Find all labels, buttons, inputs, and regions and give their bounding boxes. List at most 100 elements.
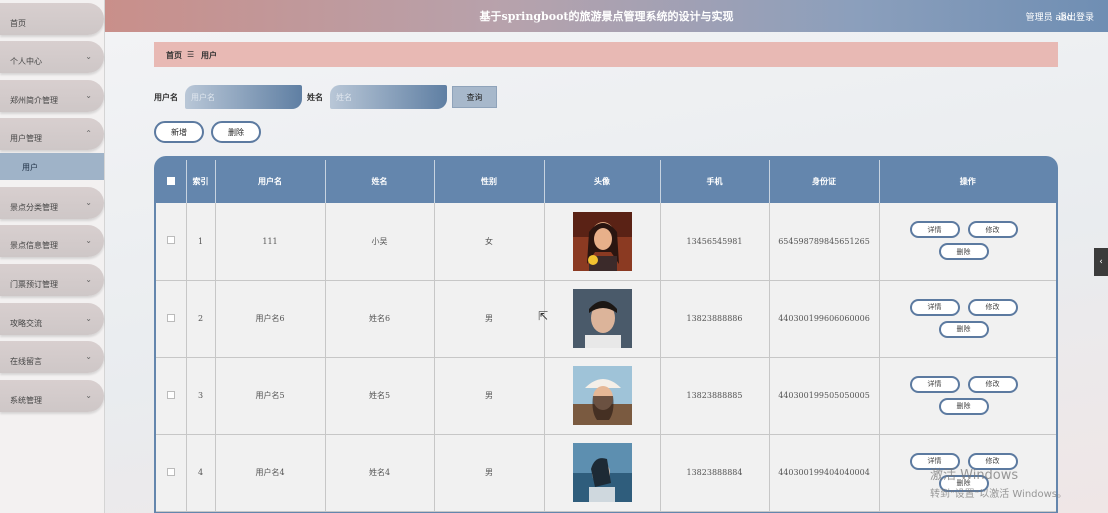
sidebar-item-tickets[interactable]: 门票预订管理 ⌄ — [0, 264, 104, 296]
detail-button[interactable]: 详情 — [909, 375, 960, 393]
query-button[interactable]: 查询 — [452, 86, 497, 108]
cell-index: 1 — [186, 203, 216, 281]
chevron-down-icon: ⌄ — [85, 352, 92, 361]
cell-name: 姓名4 — [325, 434, 435, 512]
column-header-id-card: 身份证 — [769, 160, 880, 203]
table-row: 2 用户名6 姓名6 男 13823888886 440300199606060… — [156, 280, 1056, 358]
sidebar-item-profile[interactable]: 个人中心 ⌄ — [0, 41, 104, 73]
menu-icon: ☰ — [187, 50, 195, 59]
column-header-index: 索引 — [186, 160, 216, 203]
windows-activation-watermark: 激活 Windows 转到"设置"以激活 Windows。 — [930, 464, 1067, 500]
batch-delete-button[interactable]: 删除 — [211, 121, 261, 143]
delete-button[interactable]: 删除 — [938, 397, 989, 415]
sidebar-item-category[interactable]: 景点分类管理 ⌄ — [0, 187, 104, 219]
chevron-left-icon[interactable]: ‹ — [1094, 248, 1108, 276]
top-header: 基于springboot的旅游景点管理系统的设计与实现 管理员 abo 退出登录 — [105, 0, 1108, 32]
column-header-username: 用户名 — [215, 160, 326, 203]
chevron-down-icon: ⌄ — [85, 275, 92, 284]
checkbox-icon[interactable] — [166, 236, 175, 245]
cell-gender: 女 — [434, 203, 545, 281]
detail-button[interactable]: 详情 — [909, 221, 960, 239]
column-header-gender: 性别 — [434, 160, 545, 203]
cell-avatar — [544, 357, 661, 435]
sidebar-item-users[interactable]: 用户管理 ⌃ — [0, 118, 104, 150]
cell-phone: 13456545981 — [660, 203, 770, 281]
cell-username: 用户名6 — [215, 280, 326, 358]
row-select[interactable] — [156, 280, 187, 358]
column-header-avatar: 头像 — [544, 160, 661, 203]
row-select[interactable] — [156, 203, 187, 281]
sidebar-item-label: 景点分类管理 — [10, 203, 58, 212]
sidebar-item-label: 攻略交流 — [10, 319, 42, 328]
cell-actions: 详情 修改 删除 — [879, 203, 1056, 281]
sidebar-item-label: 首页 — [10, 19, 26, 28]
username-search-input[interactable] — [185, 85, 302, 109]
watermark-line-2: 转到"设置"以激活 Windows。 — [930, 489, 1068, 500]
sidebar-item-home[interactable]: 首页 — [0, 3, 104, 35]
name-label: 姓名 — [307, 92, 323, 102]
sidebar-item-label: 用户管理 — [10, 134, 42, 143]
user-table-grid: 索引 用户名 姓名 性别 头像 手机 身份证 操作 1 111 小吴 女 134… — [156, 160, 1056, 512]
sidebar-item-label: 门票预订管理 — [10, 280, 58, 289]
cell-phone: 13823888885 — [660, 357, 770, 435]
delete-button[interactable]: 删除 — [938, 320, 989, 338]
breadcrumb: 首页 ☰ 用户 — [154, 42, 1058, 67]
row-select[interactable] — [156, 357, 187, 435]
table-row: 3 用户名5 姓名5 男 13823888885 440300199505050… — [156, 357, 1056, 435]
cell-username: 111 — [215, 203, 326, 281]
detail-button[interactable]: 详情 — [909, 298, 960, 316]
username-label: 用户名 — [154, 92, 178, 102]
logout-link[interactable]: 退出登录 — [1058, 10, 1094, 23]
cell-id-card: 654598789845651265 — [769, 203, 880, 281]
table-header-row: 索引 用户名 姓名 性别 头像 手机 身份证 操作 — [156, 160, 1056, 203]
breadcrumb-home[interactable]: 首页 — [166, 50, 182, 61]
checkbox-icon[interactable] — [166, 313, 175, 322]
cell-gender: 男 — [434, 434, 545, 512]
sidebar-item-messages[interactable]: 在线留言 ⌄ — [0, 341, 104, 373]
checkbox-icon[interactable] — [166, 467, 175, 476]
sidebar-subitem-user[interactable]: 用户 — [0, 153, 104, 180]
avatar — [572, 366, 632, 425]
cell-index: 4 — [186, 434, 216, 512]
sidebar-item-label: 个人中心 — [10, 57, 42, 66]
cell-actions: 详情 修改 删除 — [879, 280, 1056, 358]
sidebar-item-spots[interactable]: 景点信息管理 ⌄ — [0, 225, 104, 257]
sidebar-item-label: 系统管理 — [10, 396, 42, 405]
column-header-actions: 操作 — [959, 176, 976, 186]
page-title: 基于springboot的旅游景点管理系统的设计与实现 — [479, 10, 734, 23]
edit-button[interactable]: 修改 — [967, 298, 1018, 316]
sidebar-subitem-label: 用户 — [22, 163, 38, 172]
edit-button[interactable]: 修改 — [967, 375, 1018, 393]
sidebar-item-system[interactable]: 系统管理 ⌄ — [0, 380, 104, 412]
cell-index: 3 — [186, 357, 216, 435]
cell-phone: 13823888886 — [660, 280, 770, 358]
sidebar-item-guides[interactable]: 攻略交流 ⌄ — [0, 303, 104, 335]
cell-name: 姓名5 — [325, 357, 435, 435]
cell-avatar — [544, 203, 661, 281]
cell-index: 2 — [186, 280, 216, 358]
cell-avatar — [544, 280, 661, 358]
table-row: 1 111 小吴 女 13456545981 65459878984565126… — [156, 203, 1056, 281]
chevron-down-icon: ⌄ — [85, 91, 92, 100]
sidebar-item-label: 景点信息管理 — [10, 241, 58, 250]
breadcrumb-current: 用户 — [201, 50, 217, 60]
cell-actions: 详情 修改 删除 — [879, 357, 1056, 435]
name-search-input[interactable] — [330, 85, 447, 109]
sidebar-item-label: 在线留言 — [10, 357, 42, 366]
column-header-name: 姓名 — [325, 160, 435, 203]
cell-avatar — [544, 434, 661, 512]
avatar — [572, 211, 632, 271]
row-select[interactable] — [156, 434, 187, 512]
avatar — [572, 443, 632, 502]
chevron-down-icon: ⌄ — [85, 391, 92, 400]
edit-button[interactable]: 修改 — [967, 221, 1018, 239]
sidebar-item-intro[interactable]: 郑州简介管理 ⌄ — [0, 80, 104, 112]
chevron-down-icon: ⌄ — [85, 198, 92, 207]
add-button[interactable]: 新增 — [154, 121, 204, 143]
sidebar: 首页 个人中心 ⌄ 郑州简介管理 ⌄ 用户管理 ⌃ 用户 景点分类管理 ⌄ 景点… — [0, 0, 105, 513]
delete-button[interactable]: 删除 — [938, 243, 989, 261]
checkbox-icon[interactable] — [166, 176, 175, 185]
select-all-header[interactable] — [156, 160, 187, 203]
chevron-down-icon: ⌄ — [85, 236, 92, 245]
checkbox-icon[interactable] — [166, 390, 175, 399]
